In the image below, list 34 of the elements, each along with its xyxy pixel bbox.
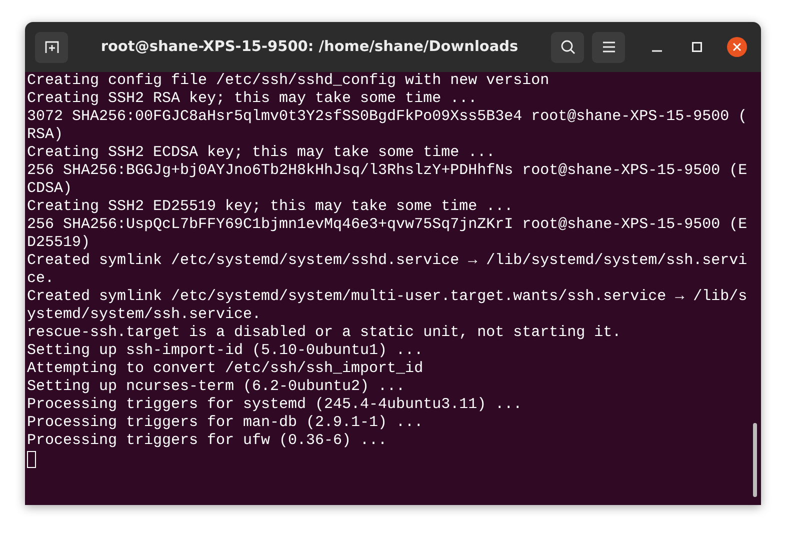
terminal-line: 256 SHA256:BGGJg+bj0AYJno6Tb2H8kHhJsq/l3RhslzY+PDHhfNs root@shane-XPS-15-9500 (E: [27, 162, 748, 180]
terminal-line: Processing triggers for ufw (0.36-6) ...: [27, 432, 388, 450]
new-tab-icon: [44, 39, 60, 55]
terminal-line: Processing triggers for man-db (2.9.1-1) ...: [27, 414, 424, 432]
search-icon: [560, 39, 576, 55]
minimize-icon: [652, 50, 662, 52]
terminal-line: Creating SSH2 ED25519 key; this may take some time ...: [27, 198, 514, 216]
terminal-line: D25519): [27, 234, 90, 252]
scrollbar-thumb[interactable]: [753, 423, 757, 497]
search-button[interactable]: [551, 32, 584, 62]
close-button[interactable]: [727, 37, 747, 57]
terminal-line: CDSA): [27, 180, 72, 198]
maximize-icon: [692, 42, 702, 52]
terminal-line: 3072 SHA256:00FGJC8aHsr5qlmv0t3Y2sfSS0BgdFkPo09Xss5B3e4 root@shane-XPS-15-9500 (: [27, 108, 748, 126]
window-title: root@shane-XPS-15-9500: /home/shane/Downloads: [100, 39, 520, 55]
terminal-line: Setting up ncurses-term (6.2-0ubuntu2) ...: [27, 378, 406, 396]
terminal-line: Creating SSH2 RSA key; this may take some time ...: [27, 90, 478, 108]
terminal-line: rescue-ssh.target is a disabled or a static unit, not starting it.: [27, 324, 622, 342]
terminal-line: Setting up ssh-import-id (5.10-0ubuntu1) ...: [27, 342, 424, 360]
menu-button[interactable]: [592, 32, 625, 62]
terminal-line: Creating SSH2 ECDSA key; this may take some time ...: [27, 144, 496, 162]
terminal-line: Created symlink /etc/systemd/system/sshd.service → /lib/systemd/system/ssh.servi: [27, 252, 748, 270]
terminal-line: Creating config file /etc/ssh/sshd_config with new version: [27, 72, 550, 90]
terminal-line: ystemd/system/ssh.service.: [27, 306, 262, 324]
close-icon: [733, 43, 741, 51]
terminal-line: Processing triggers for systemd (245.4-4ubuntu3.11) ...: [27, 396, 522, 414]
terminal-line: 256 SHA256:UspQcL7bFFY69C1bjmn1evMq46e3+qvw75Sq7jnZKrI root@shane-XPS-15-9500 (E: [27, 216, 748, 234]
terminal-line: RSA): [27, 126, 64, 144]
terminal-line: Created symlink /etc/systemd/system/multi-user.target.wants/ssh.service → /lib/s: [27, 288, 748, 306]
terminal-line: Attempting to convert /etc/ssh/ssh_import_id: [27, 360, 424, 378]
text-cursor: [27, 451, 36, 468]
new-tab-button[interactable]: [35, 32, 68, 62]
menu-icon: [602, 41, 616, 53]
terminal-line: ce.: [27, 270, 54, 288]
